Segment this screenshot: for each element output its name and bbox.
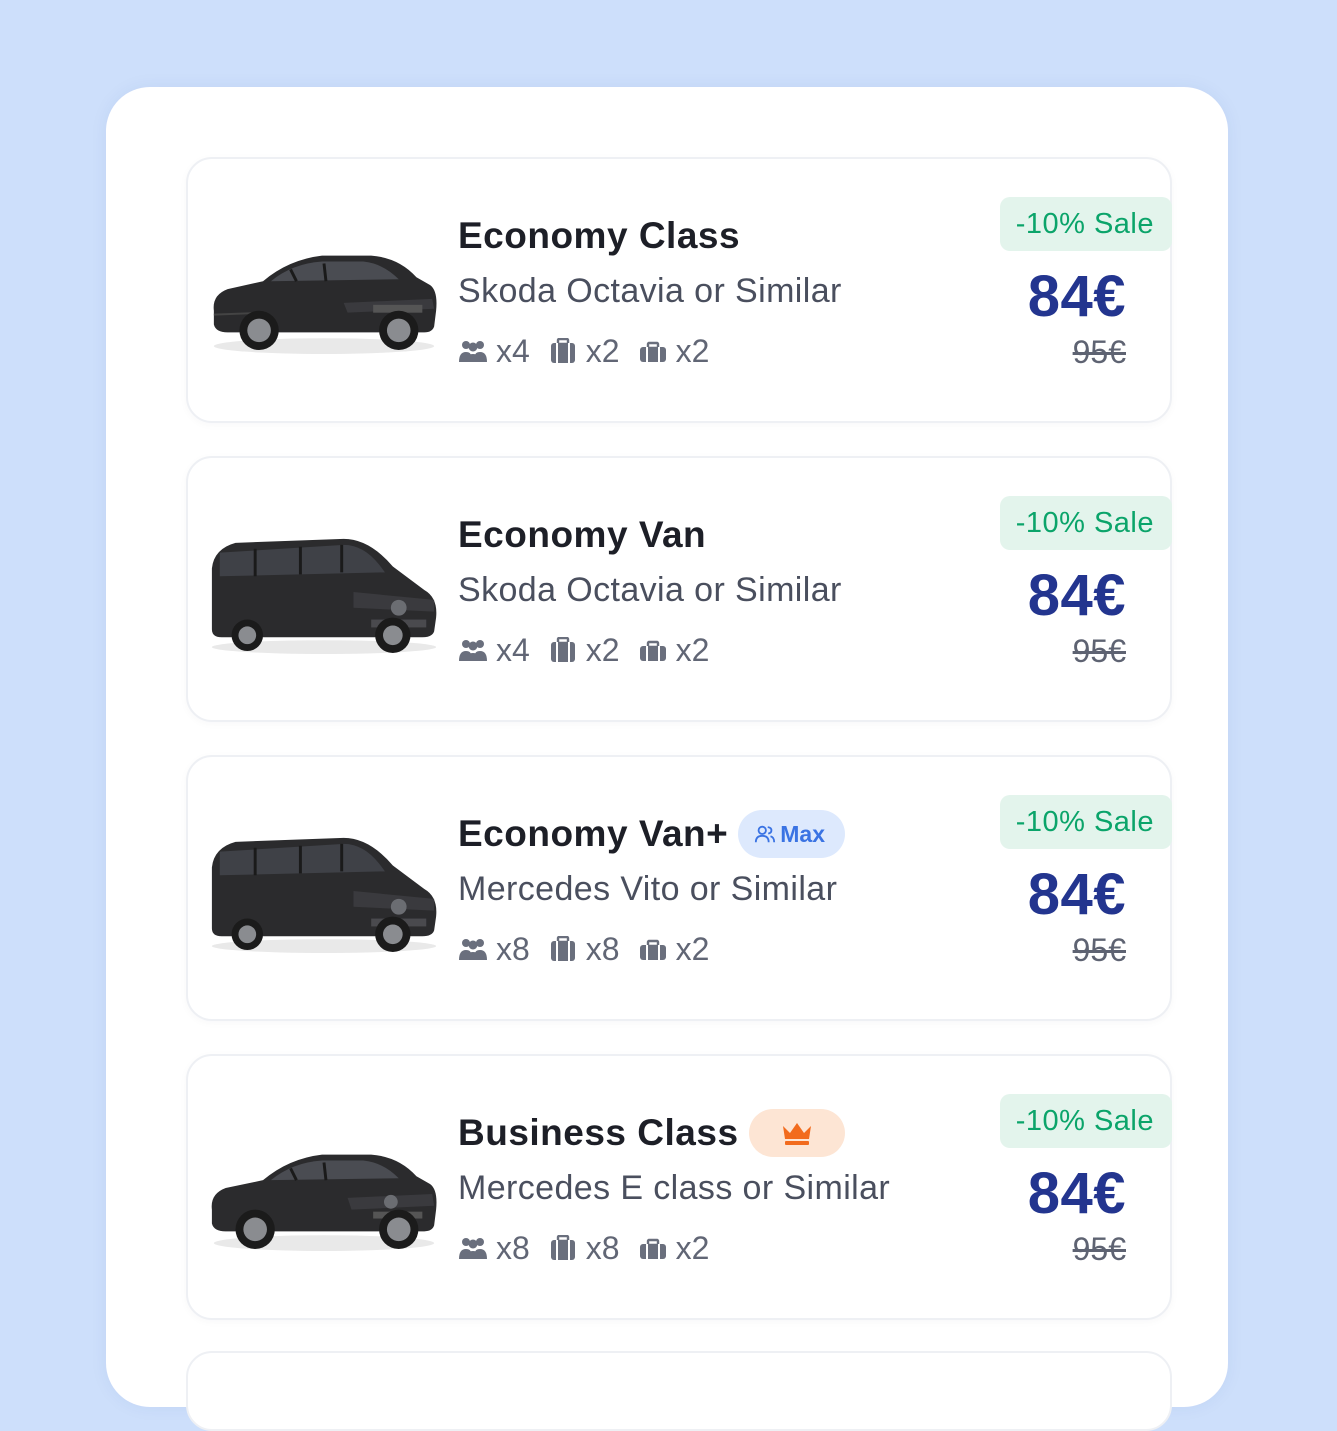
vehicle-capacity: x8 x8 x2: [458, 1228, 938, 1268]
price-box: -10% Sale 84€ 95€: [946, 795, 1172, 969]
briefcase-icon: [639, 341, 666, 362]
passenger-capacity: x4: [458, 333, 530, 370]
old-price: 95€: [1072, 334, 1126, 370]
passengers-icon: [459, 640, 487, 661]
briefcase-icon: [639, 640, 666, 661]
passengers-icon: [459, 939, 487, 960]
large-luggage-capacity: x8: [548, 931, 620, 968]
large-luggage-capacity: x2: [548, 333, 620, 370]
vehicle-model: Mercedes E class or Similar: [458, 1169, 891, 1207]
vehicle-info: Business Class Mercedes E class or Simil…: [458, 1108, 938, 1268]
briefcase-icon: [639, 939, 666, 960]
vehicle-title: Economy Van+: [458, 813, 729, 854]
passenger-capacity: x8: [458, 931, 530, 968]
sale-badge: -10% Sale: [999, 1094, 1172, 1148]
briefcase-icon: [639, 1238, 666, 1259]
sale-badge: -10% Sale: [999, 197, 1172, 251]
large-luggage-capacity: x2: [548, 632, 620, 669]
van-image: [206, 528, 442, 658]
max-badge-label: Max: [780, 820, 825, 847]
vehicle-capacity: x8 x8 x2: [458, 929, 938, 969]
vehicle-model: Mercedes Vito or Similar: [458, 870, 838, 908]
small-luggage-capacity: x2: [638, 1230, 709, 1267]
vehicle-info: Economy Van+ Max Mercedes Vito or Simila…: [458, 809, 938, 969]
old-price: 95€: [1072, 633, 1126, 669]
vehicle-info: Economy Class Skoda Octavia or Similar x…: [458, 211, 938, 371]
passenger-capacity: x8: [458, 1230, 530, 1267]
vehicle-model: Skoda Octavia or Similar: [458, 272, 842, 310]
suitcase-icon: [550, 1235, 575, 1260]
premium-badge: [748, 1109, 845, 1157]
passenger-capacity: x4: [458, 632, 530, 669]
passengers-icon: [459, 341, 487, 362]
old-price: 95€: [1072, 1231, 1126, 1267]
max-capacity-badge: Max: [738, 810, 845, 858]
vehicle-capacity: x4 x2 x2: [458, 331, 938, 371]
price: 84€: [1027, 862, 1126, 927]
price-box: -10% Sale 84€ 95€: [946, 197, 1172, 371]
vehicle-model: Skoda Octavia or Similar: [458, 571, 842, 609]
large-luggage-capacity: x8: [548, 1230, 620, 1267]
price: 84€: [1027, 1161, 1126, 1226]
vehicle-title: Economy Class: [458, 215, 741, 256]
suitcase-icon: [550, 637, 575, 662]
old-price: 95€: [1072, 932, 1126, 968]
vehicle-title: Economy Van: [458, 514, 707, 555]
sedan-image: [206, 1126, 442, 1256]
sedan-image: [206, 229, 442, 359]
suitcase-icon: [550, 338, 575, 363]
van-image: [206, 827, 442, 957]
vehicle-list-panel: Economy Class Skoda Octavia or Similar x…: [106, 87, 1228, 1431]
vehicle-card-partial[interactable]: [186, 1351, 1172, 1431]
small-luggage-capacity: x2: [638, 931, 709, 968]
price-box: -10% Sale 84€ 95€: [946, 496, 1172, 670]
users-icon: [755, 825, 776, 843]
small-luggage-capacity: x2: [638, 333, 709, 370]
crown-icon: [782, 1123, 811, 1145]
small-luggage-capacity: x2: [638, 632, 709, 669]
sale-badge: -10% Sale: [999, 496, 1172, 550]
vehicle-title: Business Class: [458, 1112, 739, 1153]
passengers-icon: [459, 1238, 487, 1259]
suitcase-icon: [550, 936, 575, 961]
sale-badge: -10% Sale: [999, 795, 1172, 849]
vehicle-card-economy-class[interactable]: Economy Class Skoda Octavia or Similar x…: [186, 157, 1172, 423]
vehicle-capacity: x4 x2 x2: [458, 630, 938, 670]
vehicle-card-business-class[interactable]: Business Class Mercedes E class or Simil…: [186, 1054, 1172, 1320]
vehicle-card-economy-van[interactable]: Economy Van Skoda Octavia or Similar x4 …: [186, 456, 1172, 722]
vehicle-card-economy-van-plus[interactable]: Economy Van+ Max Mercedes Vito or Simila…: [186, 755, 1172, 1021]
price-box: -10% Sale 84€ 95€: [946, 1094, 1172, 1268]
price: 84€: [1027, 264, 1126, 329]
vehicle-info: Economy Van Skoda Octavia or Similar x4 …: [458, 510, 938, 670]
price: 84€: [1027, 563, 1126, 628]
